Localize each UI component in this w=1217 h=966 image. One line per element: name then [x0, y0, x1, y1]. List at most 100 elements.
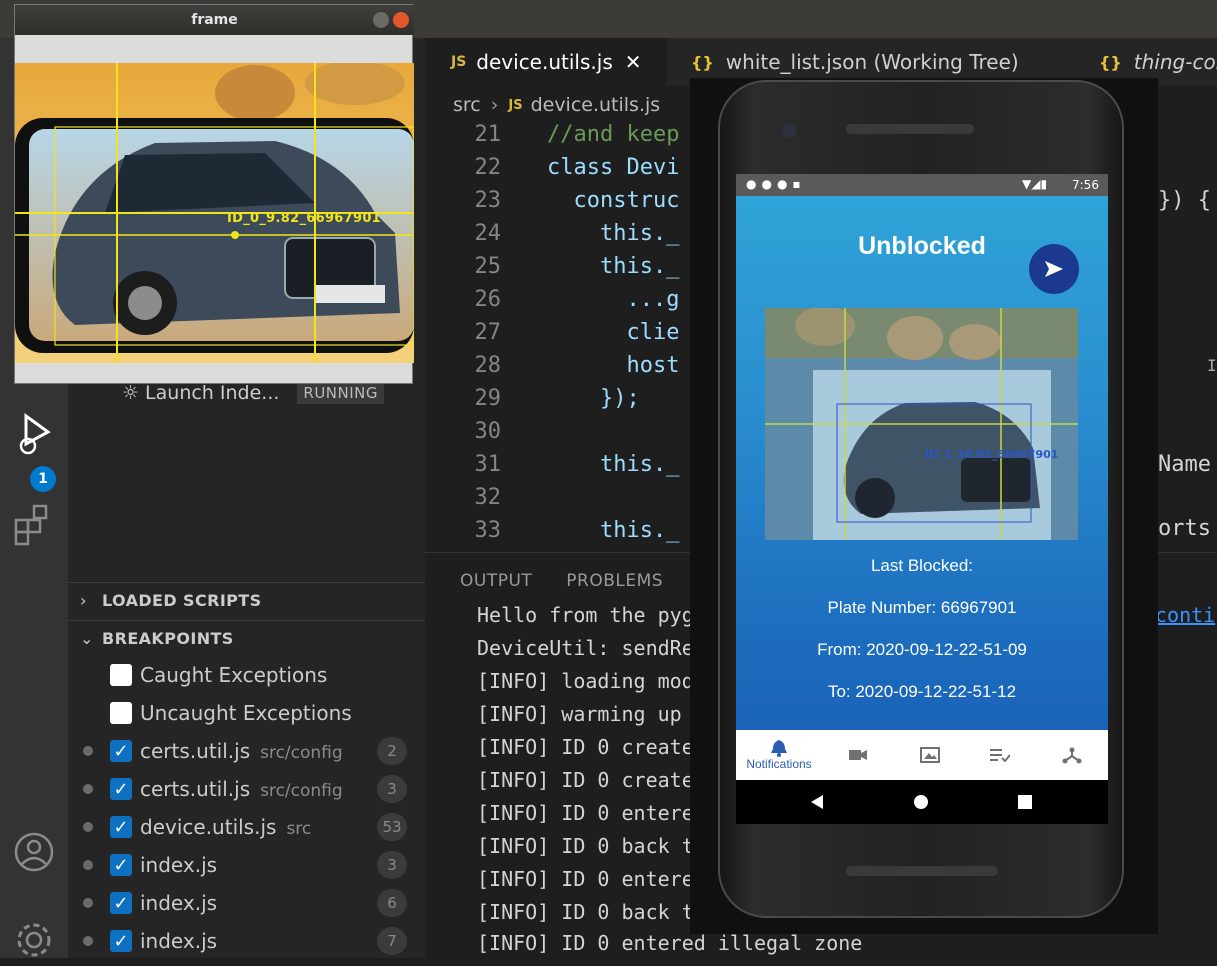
tab-problems[interactable]: PROBLEMS	[566, 571, 663, 591]
line-number: 28	[474, 353, 502, 378]
signal-battery-icons: ▼◢▮	[1022, 177, 1048, 191]
nav-playlist[interactable]	[982, 730, 1018, 780]
status-clock: 7:56	[1072, 178, 1099, 192]
bell-icon	[771, 740, 787, 757]
line-number: 25	[474, 254, 502, 279]
output-line: [INFO] warming up	[477, 702, 682, 726]
tab-label: device.utils.js	[476, 50, 613, 74]
recents-icon[interactable]	[1018, 795, 1032, 809]
debug-icon[interactable]	[8, 408, 60, 460]
code-line: });	[547, 386, 640, 411]
output-line: [INFO] ID 0 entered illegal zone	[477, 931, 863, 955]
caught-exceptions-label: Caught Exceptions	[140, 663, 328, 687]
breakpoint-checkbox[interactable]: ✓	[110, 930, 132, 952]
line-number: 27	[474, 320, 502, 345]
settings-gear-icon[interactable]	[8, 914, 60, 966]
breakpoint-line: 2	[377, 737, 407, 765]
account-icon[interactable]	[8, 826, 60, 878]
breakpoint-checkbox[interactable]: ✓	[110, 778, 132, 800]
launch-config-label: Launch Inde...	[145, 382, 280, 404]
plate-number: Plate Number: 66967901	[827, 598, 1017, 617]
frame-title: frame	[191, 12, 238, 28]
notification-icons: ●●●▪	[746, 177, 806, 191]
send-button[interactable]	[1029, 244, 1079, 294]
breakpoint-line: 3	[377, 775, 407, 803]
running-badge: RUNNING	[297, 382, 385, 404]
code-line: ...g	[547, 287, 680, 312]
output-line: [INFO] ID 0 entere	[477, 801, 694, 825]
blocked-from: From: 2020-09-12-22-51-09	[817, 640, 1027, 659]
line-number: 31	[474, 452, 502, 477]
code-line: class Devi	[547, 155, 680, 180]
close-button[interactable]	[393, 12, 409, 28]
breakpoint-row[interactable]: ✓ index.js 7	[68, 922, 425, 960]
hub-icon	[1062, 747, 1082, 764]
breakpoint-checkbox[interactable]: ✓	[110, 816, 132, 838]
breakpoint-row[interactable]: ✓ index.js 6	[68, 884, 425, 922]
breakpoints-label: BREAKPOINTS	[102, 629, 234, 648]
extensions-icon[interactable]	[8, 498, 60, 550]
tab-device-utils[interactable]: JS device.utils.js ✕	[425, 38, 667, 86]
js-file-icon: JS	[508, 97, 523, 113]
breakpoint-dot	[83, 898, 93, 908]
breakpoint-dot	[83, 822, 93, 832]
image-icon	[920, 747, 940, 763]
tab-label: white_list.json (Working Tree)	[725, 50, 1019, 74]
video-icon	[849, 750, 867, 760]
close-icon[interactable]: ✕	[625, 50, 642, 74]
android-system-nav	[736, 780, 1108, 824]
json-file-icon: {}	[1099, 52, 1122, 72]
code-line: clie	[547, 320, 680, 345]
back-icon[interactable]	[810, 794, 824, 810]
breakpoint-line: 7	[377, 927, 407, 955]
breakpoint-file: index.js	[140, 891, 218, 915]
nav-images[interactable]	[912, 730, 948, 780]
frame-titlebar[interactable]: frame	[15, 5, 414, 35]
loaded-scripts-header[interactable]: › LOADED SCRIPTS	[68, 582, 425, 618]
output-line: [INFO] ID 0 back t	[477, 900, 694, 924]
breakpoint-row[interactable]: ✓ certs.util.js src/config 3	[68, 770, 425, 808]
output-link[interactable]: conti	[1155, 603, 1215, 627]
nav-video[interactable]	[840, 730, 876, 780]
breakpoint-line: 53	[377, 813, 407, 841]
debug-badge: 1	[30, 466, 56, 492]
snapshot-image: ID_1_10.02_66967901	[765, 308, 1078, 540]
breakpoints-header[interactable]: ⌄ BREAKPOINTS	[68, 620, 425, 656]
breakpoint-checkbox[interactable]: ✓	[110, 854, 132, 876]
tab-output[interactable]: OUTPUT	[460, 571, 532, 591]
line-number: 30	[474, 419, 502, 444]
uncaught-exceptions-row[interactable]: Uncaught Exceptions	[68, 694, 425, 732]
code-line: //and keep	[547, 122, 680, 147]
breadcrumb-separator: ›	[490, 94, 499, 116]
output-line: [INFO] ID 0 create	[477, 735, 694, 759]
breadcrumb-file[interactable]: device.utils.js	[531, 94, 661, 116]
breakpoint-checkbox[interactable]: ✓	[110, 740, 132, 762]
minimize-button[interactable]	[373, 12, 389, 28]
breakpoint-file: index.js	[140, 929, 218, 953]
code-line: construc	[547, 188, 680, 213]
nav-notifications[interactable]: Notifications	[740, 730, 818, 780]
line-number: 22	[474, 155, 502, 180]
frame-window[interactable]: frame ID_0_9.82_66967901	[14, 4, 414, 384]
breakpoint-line: 3	[377, 851, 407, 879]
nav-notifications-label: Notifications	[746, 757, 812, 771]
breakpoint-row[interactable]: ✓ certs.util.js src/config 2	[68, 732, 425, 770]
uncaught-exceptions-checkbox[interactable]	[110, 702, 132, 724]
nav-hub[interactable]	[1054, 730, 1090, 780]
caught-exceptions-row[interactable]: Caught Exceptions	[68, 656, 425, 694]
bug-icon: ☼	[122, 382, 140, 404]
breakpoint-line: 6	[377, 889, 407, 917]
breadcrumb-folder[interactable]: src	[453, 94, 481, 116]
line-number: 32	[474, 485, 502, 510]
breakpoint-row[interactable]: ✓ index.js 3	[68, 846, 425, 884]
breakpoint-checkbox[interactable]: ✓	[110, 892, 132, 914]
send-icon	[1045, 261, 1063, 277]
home-icon[interactable]	[913, 794, 929, 810]
app-screen: ●●●▪ ▼◢▮ 7:56 Unblocked ID_1_10.02_66967…	[736, 174, 1108, 730]
breakpoint-file: index.js	[140, 853, 218, 877]
code-line: this._	[547, 254, 680, 279]
caught-exceptions-checkbox[interactable]	[110, 664, 132, 686]
breakpoint-file: device.utils.js	[140, 815, 277, 839]
breakpoint-row[interactable]: ✓ device.utils.js src 53	[68, 808, 425, 846]
chevron-down-icon: ⌄	[80, 629, 94, 648]
